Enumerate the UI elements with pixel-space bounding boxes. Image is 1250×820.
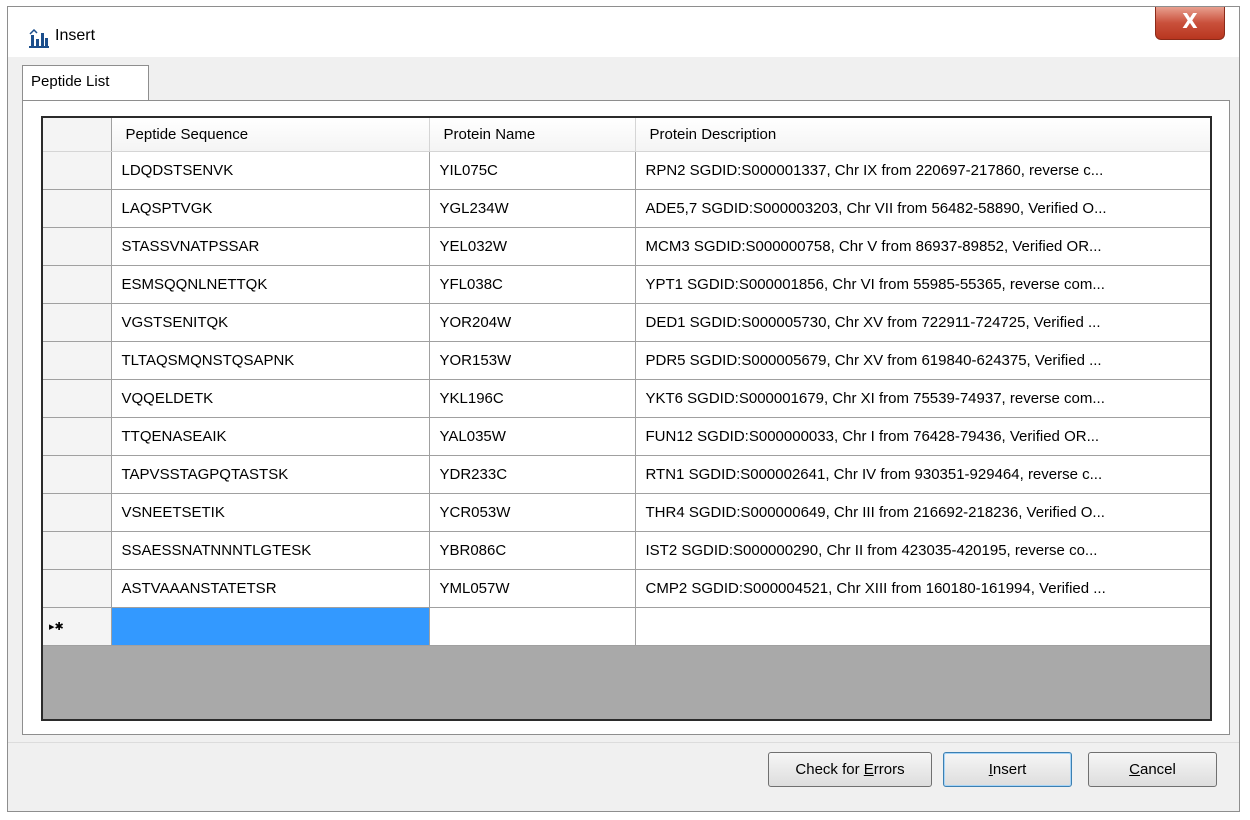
protein-name-cell[interactable]: YKL196C <box>429 379 636 418</box>
close-button[interactable]: X <box>1155 7 1225 40</box>
table-row[interactable]: STASSVNATPSSAR YEL032W MCM3 SGDID:S0000007… <box>43 227 1210 266</box>
protein-description-cell[interactable]: RPN2 SGDID:S000001337, Chr IX from 22069… <box>635 151 1210 190</box>
title-bar[interactable]: Insert X <box>8 7 1239 57</box>
row-header[interactable] <box>43 569 112 608</box>
insert-dialog: Insert X Peptide List Peptide Sequence P… <box>7 6 1240 812</box>
protein-name-cell[interactable]: YDR233C <box>429 455 636 494</box>
cancel-mnemonic: C <box>1129 761 1140 778</box>
peptide-sequence-cell[interactable]: TAPVSSTAGPQTASTSK <box>111 455 430 494</box>
protein-description-cell[interactable]: ADE5,7 SGDID:S000003203, Chr VII from 56… <box>635 189 1210 228</box>
close-icon: X <box>1182 9 1198 33</box>
protein-description-cell[interactable]: RTN1 SGDID:S000002641, Chr IV from 93035… <box>635 455 1210 494</box>
row-header[interactable] <box>43 341 112 380</box>
tab-strip: Peptide List <box>22 65 1229 101</box>
cancel-label-suffix: ancel <box>1139 761 1176 778</box>
protein-name-cell[interactable]: YCR053W <box>429 493 636 532</box>
protein-description-cell[interactable]: THR4 SGDID:S000000649, Chr III from 2166… <box>635 493 1210 532</box>
row-header[interactable] <box>43 303 112 342</box>
column-header-protein-name[interactable]: Protein Name <box>429 118 636 152</box>
protein-name-cell[interactable]: YIL075C <box>429 151 636 190</box>
peptide-sequence-cell[interactable]: SSAESSNATNNNTLGTESK <box>111 531 430 570</box>
peptide-sequence-cell[interactable]: TTQENASEAIK <box>111 417 430 456</box>
table-row[interactable]: VSNEETSETIK YCR053W THR4 SGDID:S000000649,… <box>43 493 1210 532</box>
peptide-table: Peptide Sequence Protein Name Protein De… <box>43 118 1210 646</box>
peptide-sequence-cell[interactable]: ESMSQQNLNETTQK <box>111 265 430 304</box>
row-header[interactable] <box>43 227 112 266</box>
row-header[interactable] <box>43 493 112 532</box>
new-peptide-sequence-cell[interactable] <box>111 607 430 646</box>
insert-label-suffix: nsert <box>992 761 1027 778</box>
protein-description-cell[interactable]: YPT1 SGDID:S000001856, Chr VI from 55985… <box>635 265 1210 304</box>
check-for-errors-button[interactable]: Check for Errors <box>768 752 932 787</box>
column-header-peptide-sequence[interactable]: Peptide Sequence <box>111 118 430 152</box>
new-protein-description-cell[interactable] <box>635 607 1210 646</box>
peptide-sequence-cell[interactable]: TLTAQSMQNSTQSAPNK <box>111 341 430 380</box>
tab-panel-peptide-list: Peptide Sequence Protein Name Protein De… <box>22 100 1230 735</box>
insert-button[interactable]: Insert <box>943 752 1072 787</box>
peptide-sequence-cell[interactable]: LAQSPTVGK <box>111 189 430 228</box>
corner-header[interactable] <box>43 118 112 152</box>
new-row-marker-icon[interactable]: ▸✱ <box>43 607 112 646</box>
table-row[interactable]: ESMSQQNLNETTQK YFL038C YPT1 SGDID:S0000018… <box>43 265 1210 304</box>
peptide-sequence-cell[interactable]: LDQDSTSENVK <box>111 151 430 190</box>
table-row[interactable]: SSAESSNATNNNTLGTESK YBR086C IST2 SGDID:S00… <box>43 531 1210 570</box>
row-header[interactable] <box>43 189 112 228</box>
window-title: Insert <box>55 27 96 44</box>
protein-name-cell[interactable]: YOR204W <box>429 303 636 342</box>
check-for-errors-label-prefix: Check for <box>795 761 864 778</box>
table-row[interactable]: TTQENASEAIK YAL035W FUN12 SGDID:S000000033… <box>43 417 1210 456</box>
new-protein-name-cell[interactable] <box>429 607 636 646</box>
row-header[interactable] <box>43 379 112 418</box>
peptide-sequence-cell[interactable]: VGSTSENITQK <box>111 303 430 342</box>
tab-peptide-list[interactable]: Peptide List <box>22 65 149 101</box>
protein-name-cell[interactable]: YEL032W <box>429 227 636 266</box>
table-row[interactable]: LDQDSTSENVK YIL075C RPN2 SGDID:S000001337,… <box>43 151 1210 190</box>
button-bar-separator <box>8 742 1239 743</box>
protein-name-cell[interactable]: YML057W <box>429 569 636 608</box>
row-header[interactable] <box>43 455 112 494</box>
table-row[interactable]: VQQELDETK YKL196C YKT6 SGDID:S000001679, C… <box>43 379 1210 418</box>
bar-chart-icon <box>28 28 50 49</box>
table-row[interactable]: ASTVAAANSTATETSR YML057W CMP2 SGDID:S00000… <box>43 569 1210 608</box>
peptide-sequence-cell[interactable]: VQQELDETK <box>111 379 430 418</box>
peptide-sequence-cell[interactable]: ASTVAAANSTATETSR <box>111 569 430 608</box>
protein-description-cell[interactable]: PDR5 SGDID:S000005679, Chr XV from 61984… <box>635 341 1210 380</box>
protein-description-cell[interactable]: FUN12 SGDID:S000000033, Chr I from 76428… <box>635 417 1210 456</box>
new-row[interactable]: ▸✱ <box>43 607 1210 646</box>
column-header-protein-description[interactable]: Protein Description <box>635 118 1210 152</box>
table-row[interactable]: TLTAQSMQNSTQSAPNK YOR153W PDR5 SGDID:S0000… <box>43 341 1210 380</box>
row-header[interactable] <box>43 151 112 190</box>
protein-description-cell[interactable]: CMP2 SGDID:S000004521, Chr XIII from 160… <box>635 569 1210 608</box>
protein-description-cell[interactable]: YKT6 SGDID:S000001679, Chr XI from 75539… <box>635 379 1210 418</box>
protein-name-cell[interactable]: YGL234W <box>429 189 636 228</box>
check-for-errors-label-suffix: rrors <box>873 761 905 778</box>
protein-name-cell[interactable]: YOR153W <box>429 341 636 380</box>
table-row[interactable]: TAPVSSTAGPQTASTSK YDR233C RTN1 SGDID:S0000… <box>43 455 1210 494</box>
row-header[interactable] <box>43 417 112 456</box>
peptide-sequence-cell[interactable]: VSNEETSETIK <box>111 493 430 532</box>
peptide-grid[interactable]: Peptide Sequence Protein Name Protein De… <box>41 116 1212 721</box>
grid-body: LDQDSTSENVK YIL075C RPN2 SGDID:S000001337,… <box>43 151 1210 646</box>
peptide-sequence-cell[interactable]: STASSVNATPSSAR <box>111 227 430 266</box>
header-row: Peptide Sequence Protein Name Protein De… <box>43 118 1210 152</box>
protein-description-cell[interactable]: DED1 SGDID:S000005730, Chr XV from 72291… <box>635 303 1210 342</box>
cancel-button[interactable]: Cancel <box>1088 752 1217 787</box>
protein-name-cell[interactable]: YAL035W <box>429 417 636 456</box>
row-header[interactable] <box>43 265 112 304</box>
table-row[interactable]: VGSTSENITQK YOR204W DED1 SGDID:S000005730,… <box>43 303 1210 342</box>
protein-name-cell[interactable]: YFL038C <box>429 265 636 304</box>
protein-description-cell[interactable]: MCM3 SGDID:S000000758, Chr V from 86937-… <box>635 227 1210 266</box>
protein-name-cell[interactable]: YBR086C <box>429 531 636 570</box>
check-for-errors-mnemonic: E <box>863 761 874 778</box>
row-header[interactable] <box>43 531 112 570</box>
protein-description-cell[interactable]: IST2 SGDID:S000000290, Chr II from 42303… <box>635 531 1210 570</box>
table-row[interactable]: LAQSPTVGK YGL234W ADE5,7 SGDID:S000003203,… <box>43 189 1210 228</box>
